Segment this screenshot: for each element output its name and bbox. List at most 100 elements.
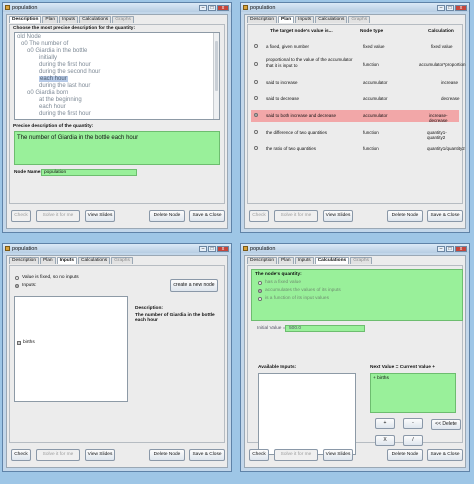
tree-node[interactable]: o0 Giardia in the bottle (27, 48, 87, 54)
tab-graphs[interactable]: Graphs (350, 257, 372, 264)
divide-button[interactable]: / (403, 435, 423, 446)
next-value-box[interactable]: + births (370, 373, 456, 413)
tab-plan[interactable]: Plan (278, 257, 294, 264)
radio-inputs[interactable] (15, 284, 19, 288)
plan-radio[interactable] (254, 80, 258, 84)
tree-node[interactable]: o0 Giardia born (27, 90, 68, 96)
tab-calculations[interactable]: Calculations (78, 257, 111, 264)
tab-inputs[interactable]: Inputs (56, 257, 77, 264)
maximize-icon[interactable]: □ (446, 4, 454, 11)
plan-radio-selected[interactable] (254, 113, 258, 117)
minimize-icon[interactable]: – (199, 245, 207, 252)
plan-radio[interactable] (254, 44, 258, 48)
check-button[interactable]: Check (249, 210, 269, 222)
option-radio-accumulates[interactable] (258, 289, 262, 293)
create-node-button[interactable]: create a new node (170, 279, 218, 292)
save-close-button[interactable]: Save & Close (189, 449, 225, 461)
minus-button[interactable]: - (403, 418, 423, 429)
tree-node[interactable]: during the last hour (39, 83, 90, 89)
tab-graphs[interactable]: Graphs (111, 257, 133, 264)
delete-node-button[interactable]: Delete Node (387, 210, 423, 222)
available-inputs-list[interactable] (258, 373, 356, 455)
tab-calculations[interactable]: Calculations (315, 16, 348, 23)
plan-row[interactable]: said to increase accumulator increase (251, 77, 459, 89)
option-radio-function[interactable] (258, 297, 262, 301)
tab-inputs[interactable]: Inputs (294, 257, 314, 264)
plan-radio[interactable] (254, 146, 258, 150)
check-button[interactable]: Check (11, 210, 31, 222)
solve-button[interactable]: Solve it for me (36, 449, 80, 461)
description-tree[interactable]: old Node o0 The number of o0 Giardia in … (14, 32, 220, 120)
view-slides-button[interactable]: View Slides (323, 449, 353, 461)
tree-node[interactable]: old Node (17, 34, 41, 40)
tree-node[interactable]: each hour (39, 104, 66, 110)
close-icon[interactable]: x (455, 4, 467, 11)
tree-node[interactable]: during the first hour (39, 62, 91, 68)
tab-calculations[interactable]: Calculations (314, 257, 350, 264)
option-radio-fixed[interactable] (258, 281, 262, 285)
tree-node[interactable]: during the first hour (39, 111, 91, 117)
tree-node[interactable]: o0 The number of (21, 41, 68, 47)
plan-row[interactable]: the ratio of two quantities function qua… (251, 143, 465, 155)
maximize-icon[interactable]: □ (208, 245, 216, 252)
check-button[interactable]: Check (249, 449, 269, 461)
title-bar[interactable]: population – □ x (3, 3, 231, 12)
plan-row[interactable]: said to decrease accumulator decrease (251, 93, 460, 105)
save-close-button[interactable]: Save & Close (189, 210, 225, 222)
scroll-thumb[interactable] (215, 41, 218, 91)
tab-plan[interactable]: Plan (278, 16, 295, 23)
delete-node-button[interactable]: Delete Node (149, 210, 185, 222)
save-close-button[interactable]: Save & Close (427, 210, 463, 222)
solve-button[interactable]: Solve it for me (274, 449, 318, 461)
plan-row[interactable]: a fixed, given number fixed value fixed … (251, 41, 459, 53)
tree-node-selected[interactable]: each hour (39, 76, 68, 82)
tab-description[interactable]: Description (9, 257, 39, 264)
radio-fixed[interactable] (15, 276, 19, 280)
node-name-field[interactable]: population (41, 169, 137, 176)
minimize-icon[interactable]: – (437, 245, 445, 252)
initial-value-field[interactable]: 500.0 (285, 325, 365, 332)
delete-node-button[interactable]: Delete Node (387, 449, 423, 461)
tab-description[interactable]: Description (247, 16, 277, 23)
save-close-button[interactable]: Save & Close (427, 449, 463, 461)
view-slides-button[interactable]: View Slides (323, 210, 353, 222)
tab-description[interactable]: Description (247, 257, 277, 264)
plus-button[interactable]: + (375, 418, 395, 429)
title-bar[interactable]: population – □ x (241, 3, 469, 12)
title-bar[interactable]: population – □ x (3, 244, 231, 253)
tree-node[interactable]: initially (39, 55, 57, 61)
view-slides-button[interactable]: View Slides (85, 449, 115, 461)
plan-radio[interactable] (254, 96, 258, 100)
maximize-icon[interactable]: □ (208, 4, 216, 11)
minimize-icon[interactable]: – (437, 4, 445, 11)
minimize-icon[interactable]: – (199, 4, 207, 11)
plan-row-selected[interactable]: said to both increase and decrease accum… (251, 110, 459, 123)
tree-node[interactable]: during the second hour (39, 69, 100, 75)
check-button[interactable]: Check (11, 449, 31, 461)
input-checkbox-births[interactable] (17, 341, 21, 345)
plan-radio[interactable] (254, 62, 258, 66)
tab-graphs[interactable]: Graphs (348, 16, 371, 23)
tab-description[interactable]: Description (9, 16, 42, 23)
tree-scrollbar[interactable] (213, 33, 219, 119)
delete-button[interactable]: << Delete (431, 419, 461, 430)
delete-node-button[interactable]: Delete Node (149, 449, 185, 461)
maximize-icon[interactable]: □ (446, 245, 454, 252)
tab-graphs[interactable]: Graphs (112, 16, 134, 23)
solve-button[interactable]: Solve it for me (274, 210, 318, 222)
tree-node[interactable]: at the beginning (39, 97, 82, 103)
multiply-button[interactable]: X (375, 435, 395, 446)
view-slides-button[interactable]: View Slides (85, 210, 115, 222)
plan-radio[interactable] (254, 130, 258, 134)
plan-row[interactable]: the difference of two quantities functio… (251, 127, 459, 140)
close-icon[interactable]: x (217, 4, 229, 11)
tab-plan[interactable]: Plan (40, 257, 56, 264)
close-icon[interactable]: x (455, 245, 467, 252)
solve-button[interactable]: Solve it for me (36, 210, 80, 222)
tab-calculations[interactable]: Calculations (79, 16, 112, 23)
tab-inputs[interactable]: Inputs (295, 16, 315, 23)
title-bar[interactable]: population – □ x (241, 244, 469, 253)
tab-inputs[interactable]: Inputs (59, 16, 79, 23)
plan-row[interactable]: proportional to the value of the accumul… (251, 57, 466, 71)
inputs-list[interactable]: births (14, 296, 128, 402)
